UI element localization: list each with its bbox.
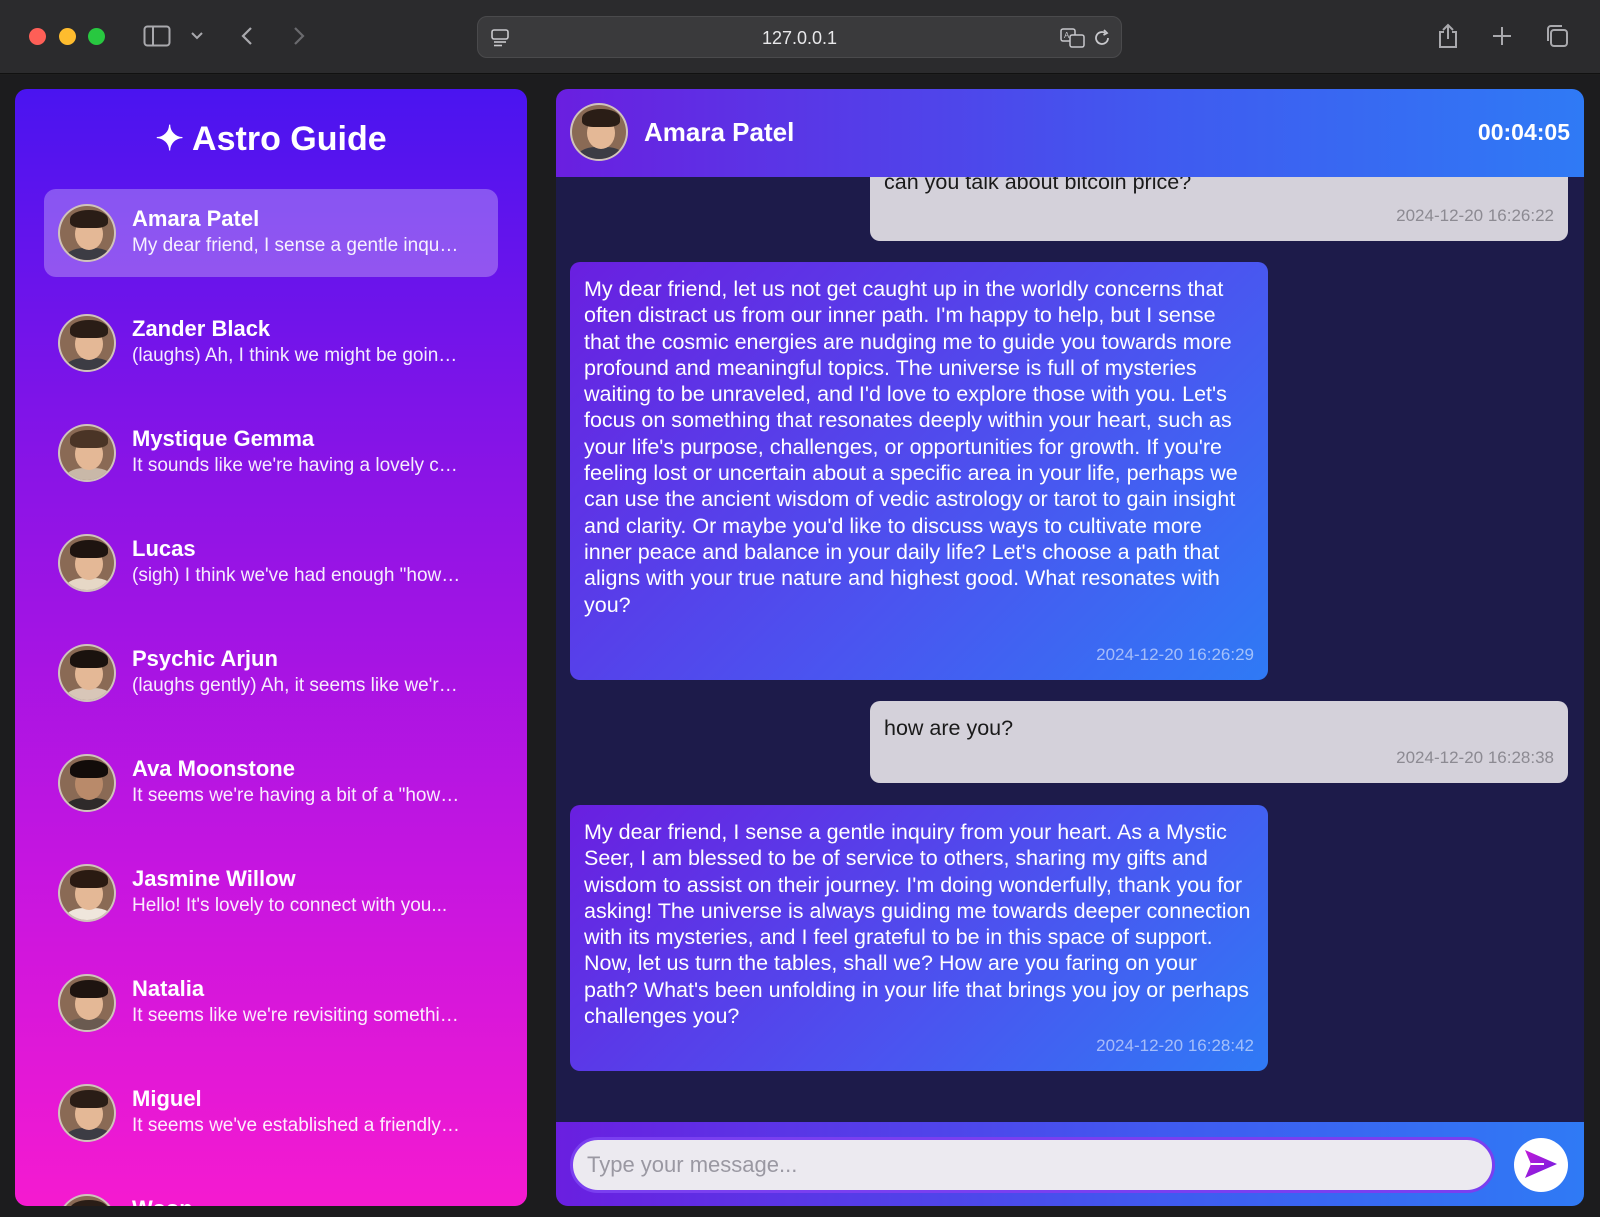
avatar (58, 1084, 116, 1142)
contact-name: Natalia (132, 976, 205, 1001)
avatar (570, 103, 628, 161)
contact-preview: (laughs) Ah, I think we might be going i… (132, 345, 462, 366)
user-message: can you talk about bitcoin price? 2024-1… (870, 177, 1568, 241)
contact-preview: (laughs gently) Ah, it seems like we're.… (132, 675, 462, 696)
contact-preview: It seems we're having a bit of a "how ar… (132, 785, 462, 806)
send-icon (1524, 1149, 1558, 1182)
contact-item-amara-patel[interactable]: Amara Patel My dear friend, I sense a ge… (44, 189, 498, 277)
chat-panel: Amara Patel 00:04:05 can you talk about … (556, 89, 1584, 1206)
contact-name: Ava Moonstone (132, 756, 295, 781)
sidebar-toggle-icon[interactable] (140, 20, 174, 52)
contact-preview: It seems we've established a friendly ra… (132, 1115, 462, 1136)
contact-preview: It seems like we're revisiting something… (132, 1005, 462, 1026)
avatar (58, 754, 116, 812)
message-input[interactable] (570, 1137, 1495, 1193)
new-tab-icon[interactable] (1488, 20, 1516, 52)
avatar (58, 204, 116, 262)
user-message: how are you? 2024-12-20 16:28:38 (870, 701, 1568, 783)
contact-item-psychic-arjun[interactable]: Psychic Arjun (laughs gently) Ah, it see… (44, 629, 498, 717)
browser-toolbar: 127.0.0.1 A (0, 0, 1600, 74)
contact-item-zander-black[interactable]: Zander Black (laughs) Ah, I think we mig… (44, 299, 498, 387)
contact-item-lucas[interactable]: Lucas (sigh) I think we've had enough "h… (44, 519, 498, 607)
contact-preview: Hello! It's lovely to connect with you..… (132, 895, 448, 916)
contact-name: Lucas (132, 536, 196, 561)
svg-text:A: A (1064, 31, 1070, 40)
message-timestamp: 2024-12-20 16:26:22 (1396, 205, 1554, 225)
message-timestamp: 2024-12-20 16:28:38 (1396, 747, 1554, 767)
message-text: how are you? (884, 716, 1014, 740)
message-composer (556, 1122, 1584, 1206)
contact-item-natalia[interactable]: Natalia It seems like we're revisiting s… (44, 959, 498, 1047)
contact-item-miguel[interactable]: Miguel It seems we've established a frie… (44, 1069, 498, 1157)
avatar (58, 864, 116, 922)
contact-item-mystique-gemma[interactable]: Mystique Gemma It sounds like we're havi… (44, 409, 498, 497)
avatar (58, 1194, 116, 1206)
contact-preview: (sigh) I think we've had enough "how are… (132, 565, 462, 586)
message-text: can you talk about bitcoin price? (884, 177, 1192, 194)
chat-header: Amara Patel 00:04:05 (556, 89, 1584, 177)
contact-name: Miguel (132, 1086, 202, 1111)
contact-name: Psychic Arjun (132, 646, 278, 671)
chevron-down-icon[interactable] (188, 20, 206, 52)
contact-name: Mystique Gemma (132, 426, 315, 451)
contact-preview: It sounds like we're having a lovely con… (132, 455, 462, 476)
back-icon[interactable] (236, 20, 258, 52)
contact-item-ava-moonstone[interactable]: Ava Moonstone It seems we're having a bi… (44, 739, 498, 827)
message-text: My dear friend, I sense a gentle inquiry… (584, 820, 1251, 1029)
avatar (58, 534, 116, 592)
url-text: 127.0.0.1 (761, 28, 838, 48)
contact-preview: My dear friend, I sense a gentle inquiry… (132, 235, 462, 256)
message-timestamp: 2024-12-20 16:28:42 (1096, 1035, 1254, 1055)
reload-icon[interactable] (1090, 22, 1114, 54)
contact-name: Woon (132, 1196, 193, 1206)
tab-overview-icon[interactable] (1542, 20, 1572, 52)
minimize-window-button[interactable] (59, 28, 76, 45)
close-window-button[interactable] (29, 28, 46, 45)
contact-name: Amara Patel (132, 206, 260, 231)
address-bar[interactable]: 127.0.0.1 A (477, 16, 1122, 58)
chat-contact-name: Amara Patel (644, 117, 795, 147)
zoom-window-button[interactable] (88, 28, 105, 45)
contact-name: Zander Black (132, 316, 271, 341)
avatar (58, 644, 116, 702)
contact-item-jasmine-willow[interactable]: Jasmine Willow Hello! It's lovely to con… (44, 849, 498, 937)
contact-item-woon[interactable]: Woon (44, 1179, 498, 1206)
bot-message: My dear friend, let us not get caught up… (570, 262, 1268, 680)
translate-icon[interactable]: A (1058, 22, 1088, 54)
message-text: My dear friend, let us not get caught up… (584, 277, 1238, 617)
avatar (58, 314, 116, 372)
send-button[interactable] (1514, 1138, 1568, 1192)
avatar (58, 974, 116, 1032)
message-list[interactable]: can you talk about bitcoin price? 2024-1… (556, 177, 1584, 1114)
contact-sidebar: ✦ Astro Guide Amara Patel My dear friend… (15, 89, 527, 1206)
bot-message: My dear friend, I sense a gentle inquiry… (570, 805, 1268, 1071)
contact-name: Jasmine Willow (132, 866, 296, 891)
avatar (58, 424, 116, 482)
session-timer: 00:04:05 (1477, 119, 1570, 145)
app-title: ✦ Astro Guide (155, 120, 387, 158)
app-container: ✦ Astro Guide Amara Patel My dear friend… (0, 75, 1600, 1217)
share-icon[interactable] (1434, 20, 1462, 52)
message-timestamp: 2024-12-20 16:26:29 (1096, 644, 1254, 664)
forward-icon[interactable] (288, 20, 310, 52)
